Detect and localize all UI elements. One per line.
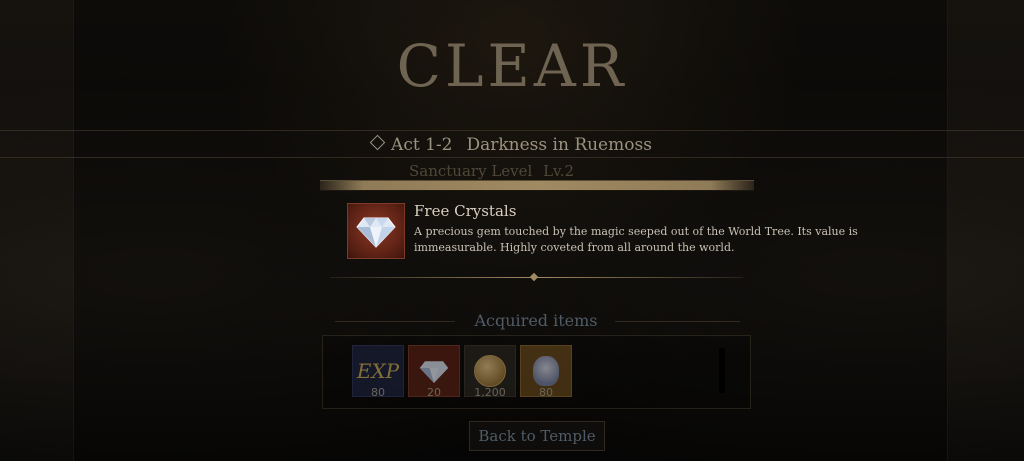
reward-qty: 20: [427, 386, 441, 399]
sanctuary-level-value: Lv.2: [543, 162, 575, 180]
reward-gold[interactable]: 1,200: [464, 345, 516, 399]
reward-qty: 80: [371, 386, 385, 399]
reward-crystal[interactable]: 20: [408, 345, 460, 399]
act-label: Act 1-2: [391, 135, 453, 155]
item-name: Free Crystals: [414, 202, 517, 220]
reward-exp[interactable]: EXP 80: [352, 345, 404, 399]
sanctuary-level: Sanctuary Level Lv.2: [409, 162, 574, 180]
item-description: A precious gem touched by the magic seep…: [414, 225, 858, 254]
reward-banner-bar: [320, 180, 754, 191]
diamond-icon: [369, 134, 386, 151]
reward-character[interactable]: 80: [520, 345, 572, 399]
reward-qty: 1,200: [474, 386, 506, 399]
reward-qty: 80: [539, 386, 553, 399]
items-scrollbar[interactable]: [719, 348, 725, 393]
stage-info: Act 1-2 Darkness in Ruemoss: [0, 134, 1024, 155]
sanctuary-label: Sanctuary Level: [409, 162, 533, 180]
acquired-items-title: Acquired items: [474, 311, 598, 330]
crystal-gem-icon: [347, 203, 405, 259]
divider-mid: [0, 157, 1024, 158]
stage-name: Darkness in Ruemoss: [466, 135, 652, 155]
divider-top: [0, 130, 1024, 131]
back-to-temple-button[interactable]: Back to Temple: [469, 421, 605, 451]
result-title: CLEAR: [396, 32, 628, 100]
